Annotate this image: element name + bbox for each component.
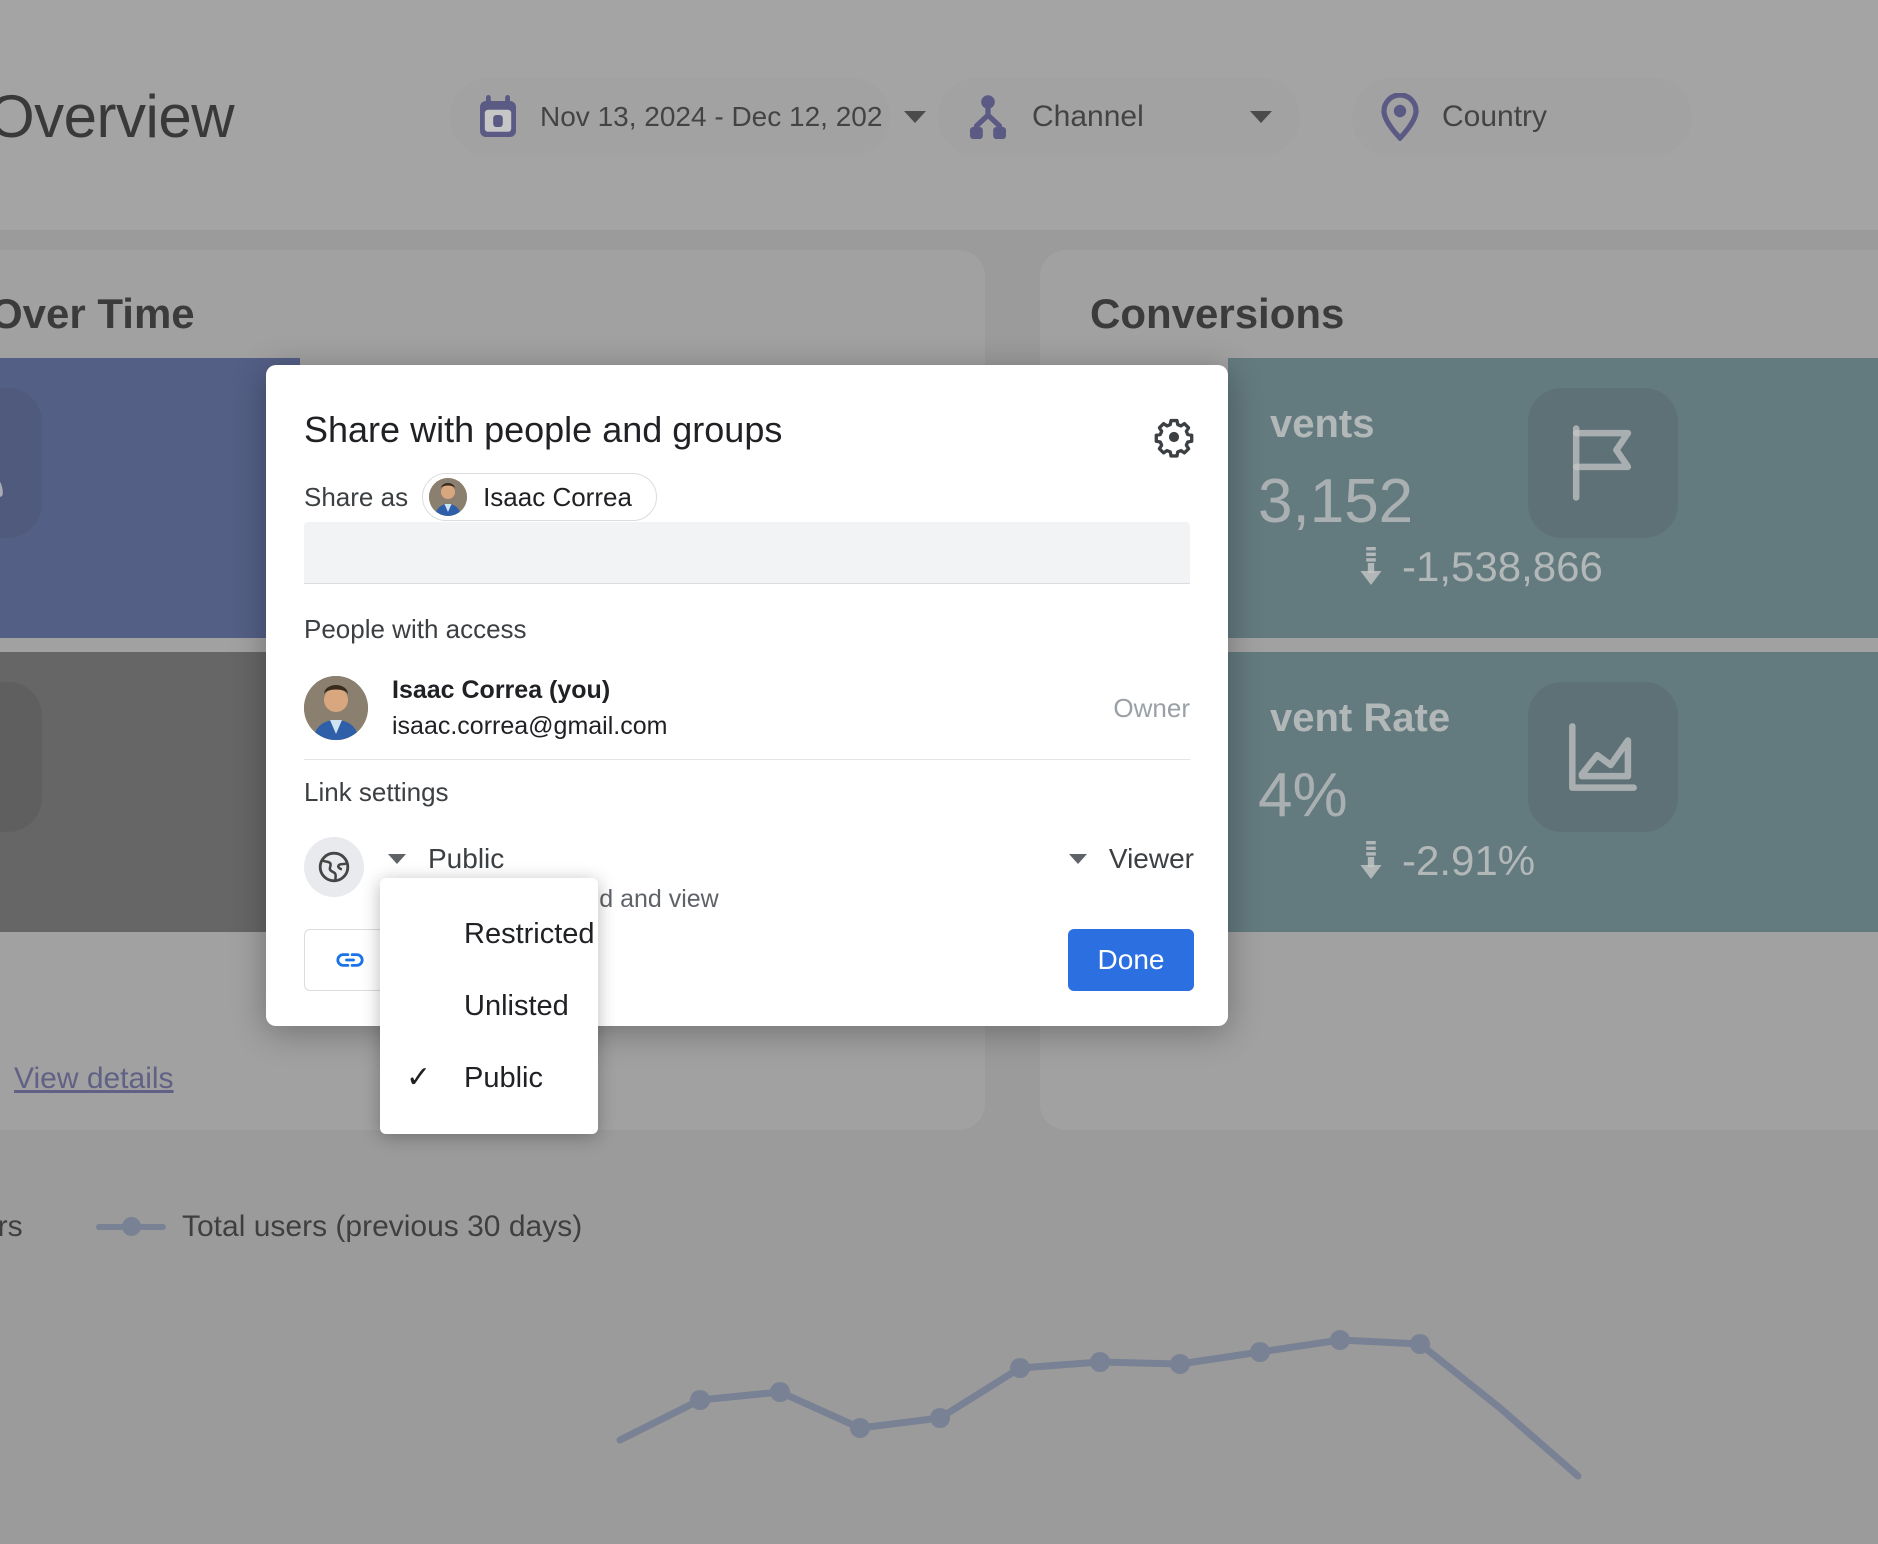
link-visibility-value: Public: [428, 843, 504, 875]
location-pin-icon: [1380, 93, 1420, 141]
chevron-down-icon: [904, 111, 926, 123]
avatar: [429, 478, 467, 516]
metric-card-delta-value: -1,538,866: [1402, 543, 1603, 591]
metric-card-title: vents: [1270, 402, 1375, 447]
menu-item-public[interactable]: ✓ Public: [380, 1042, 598, 1114]
check-icon: ✓: [406, 1063, 431, 1093]
total-users-sparkline: [0, 1240, 1878, 1544]
chevron-down-icon: [1250, 111, 1272, 123]
calendar-icon: [478, 95, 518, 139]
dialog-title: Share with people and groups: [304, 409, 782, 451]
people-icon: [0, 388, 42, 538]
globe-icon: [304, 837, 364, 897]
chart-legend-item-users[interactable]: sers: [0, 1210, 23, 1244]
channel-label: Channel: [1032, 100, 1144, 134]
dashboard-header: Overview Nov 13, 2024 - Dec 12, 202: [0, 0, 1878, 230]
metric-card-value: 3,152: [1258, 466, 1413, 537]
person-name: Isaac Correa (you): [392, 676, 667, 705]
avatar: [304, 676, 368, 740]
menu-item-label: Restricted: [464, 918, 595, 951]
chart-legend-item-previous[interactable]: Total users (previous 30 days): [96, 1210, 582, 1244]
chevron-down-icon: [388, 854, 406, 864]
page-title: Overview: [0, 82, 234, 151]
done-button[interactable]: Done: [1068, 929, 1194, 991]
section-title-conversions: Conversions: [1090, 290, 1344, 338]
metric-card-title: vent Rate: [1270, 696, 1450, 741]
metric-card-delta: -1,538,866: [1358, 543, 1603, 591]
date-range-chip[interactable]: Nov 13, 2024 - Dec 12, 202: [450, 78, 890, 156]
share-as-name: Isaac Correa: [483, 482, 632, 513]
menu-item-label: Public: [464, 1062, 543, 1095]
area-chart-icon: [1528, 682, 1678, 832]
gear-icon[interactable]: [1150, 413, 1198, 461]
metric-card-delta-value: -2.91%: [1402, 837, 1535, 885]
link-role-select[interactable]: Viewer: [1069, 843, 1194, 875]
share-network-icon: [966, 94, 1010, 140]
people-with-access-heading: People with access: [304, 614, 527, 645]
country-filter-chip[interactable]: Country: [1352, 78, 1692, 156]
person-row[interactable]: Isaac Correa (you) isaac.correa@gmail.co…: [304, 668, 1190, 748]
menu-item-unlisted[interactable]: Unlisted: [380, 970, 598, 1042]
metric-card-users[interactable]: ers -38,018: [0, 358, 300, 638]
share-as-label: Share as: [304, 482, 408, 513]
country-label: Country: [1442, 100, 1547, 134]
link-settings-heading: Link settings: [304, 777, 449, 808]
section-title-over-time: Over Time: [0, 290, 195, 338]
channel-filter-chip[interactable]: Channel: [938, 78, 1300, 156]
person-email: isaac.correa@gmail.com: [392, 712, 667, 741]
app-root: ers -38,018 Rate: [0, 0, 1878, 1544]
metric-card-events[interactable]: vents 3,152 -1,538,866: [1228, 358, 1878, 638]
link-visibility-select[interactable]: Public: [388, 843, 504, 875]
flag-icon: [1528, 388, 1678, 538]
link-role-value: Viewer: [1109, 843, 1194, 875]
return-arrow-icon: [0, 682, 42, 832]
legend-swatch-icon: [96, 1224, 166, 1230]
menu-item-restricted[interactable]: Restricted: [380, 898, 598, 970]
metric-card-rate[interactable]: Rate 2.77%: [0, 652, 300, 932]
view-details-link[interactable]: View details: [14, 1062, 174, 1096]
chevron-down-icon: [1069, 854, 1087, 864]
link-icon: [333, 943, 367, 977]
metric-card-delta: -2.91%: [1358, 837, 1535, 885]
legend-label: Total users (previous 30 days): [182, 1210, 582, 1244]
person-role: Owner: [1113, 693, 1190, 724]
metric-card-event-rate[interactable]: vent Rate 4% -2.91%: [1228, 652, 1878, 932]
link-visibility-menu: Restricted Unlisted ✓ Public: [380, 878, 598, 1134]
share-as-chip[interactable]: Isaac Correa: [422, 473, 657, 521]
invite-people-input[interactable]: [304, 522, 1190, 584]
divider: [304, 759, 1190, 760]
menu-item-label: Unlisted: [464, 990, 569, 1023]
person-meta: Isaac Correa (you) isaac.correa@gmail.co…: [392, 676, 667, 741]
metric-card-value: 4%: [1258, 760, 1348, 831]
share-as-row: Share as Isaac Correa: [304, 473, 657, 521]
date-range-label: Nov 13, 2024 - Dec 12, 202: [540, 101, 882, 133]
legend-label: sers: [0, 1210, 23, 1244]
